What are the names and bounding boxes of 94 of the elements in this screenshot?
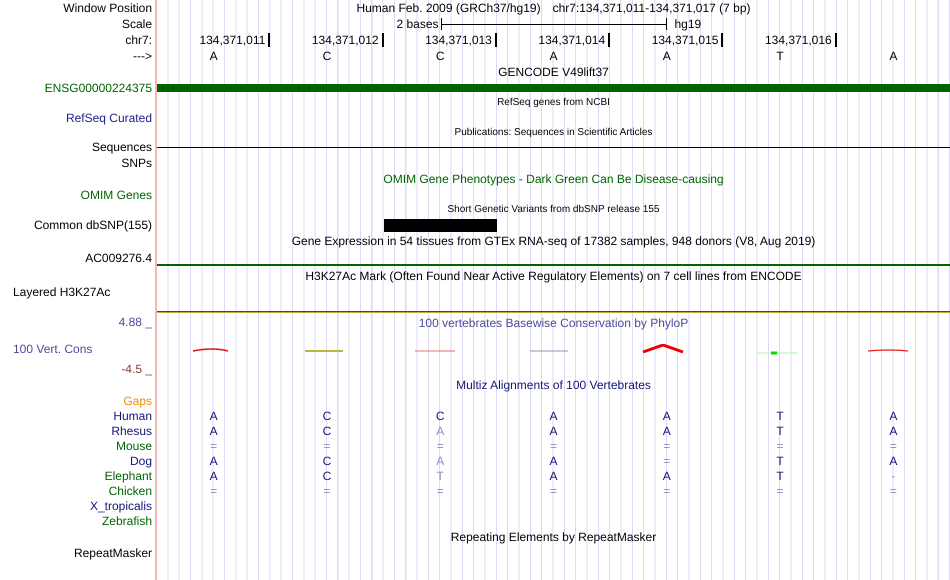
coordinate-label: 134,371,016 <box>764 33 837 47</box>
alignment-base: A <box>889 424 898 438</box>
alignment-base: = <box>436 484 444 498</box>
base-letter: C <box>322 49 332 63</box>
track-label: Gaps <box>123 393 152 409</box>
alignment-base: A <box>436 454 444 468</box>
track-label: Rhesus <box>111 424 152 439</box>
base-letter: C <box>436 49 445 63</box>
track-label: Zebrafish <box>102 514 152 529</box>
alignment-base: T <box>436 469 444 483</box>
track-label: Common dbSNP(155) <box>34 217 152 233</box>
scale-text: 2 bases <box>396 16 440 32</box>
coordinate-label: 134,371,014 <box>538 33 610 47</box>
alignment-base: A <box>549 409 558 423</box>
alignment-base: C <box>322 424 332 438</box>
track-label: ---> <box>133 48 152 64</box>
alignment-base: = <box>550 439 557 453</box>
track-label: OMIM Genes <box>80 187 152 203</box>
track-label: chr7: <box>125 32 152 48</box>
alignment-base: A <box>210 409 218 423</box>
alignment-base: A <box>889 454 898 468</box>
coordinate-label: 134,371,011 <box>199 33 270 47</box>
track-title: GENCODE V49lift37 <box>497 64 610 80</box>
track-title: Publications: Sequences in Scientific Articles <box>454 126 654 140</box>
track-label: X_tropicalis <box>90 499 152 514</box>
alignment-base: C <box>322 409 332 423</box>
track-label: Sequences <box>92 140 152 155</box>
track-label: RepeatMasker <box>74 545 152 561</box>
track-label: AC009276.4 <box>85 250 152 267</box>
track-title: 100 vertebrates Basewise Conservation by PhyloP <box>418 315 690 332</box>
alignment-base: = <box>663 454 670 468</box>
alignment-base: = <box>663 484 670 498</box>
track-title: RefSeq genes from NCBI <box>496 96 611 110</box>
base-letter: A <box>210 49 218 63</box>
alignment-base: = <box>323 439 330 453</box>
alignment-base: A <box>662 469 671 483</box>
alignment-base: = <box>436 439 444 453</box>
track-label: Dog <box>130 454 152 469</box>
track-label: Chicken <box>108 484 152 499</box>
alignment-base: A <box>662 409 671 423</box>
track-label: Mouse <box>116 439 152 454</box>
track-title: H3K27Ac Mark (Often Found Near Active Regulatory Elements) on 7 cell lines from ENCODE <box>304 268 803 284</box>
alignment-base: - <box>891 469 896 483</box>
track-title: Short Genetic Variants from dbSNP release 155 <box>446 203 660 217</box>
alignment-base: A <box>549 424 558 438</box>
alignment-base: C <box>322 469 332 483</box>
alignment-base: A <box>662 424 671 438</box>
track-label: Window Position <box>63 0 152 16</box>
alignment-base: = <box>210 484 218 498</box>
alignment-base: = <box>210 439 218 453</box>
track-label: Human <box>113 409 152 424</box>
assembly-title: Human Feb. 2009 (GRCh37/hg19) <box>356 0 541 16</box>
track-title: OMIM Gene Phenotypes - Dark Green Can Be Disease-causing <box>382 171 725 187</box>
alignment-base: = <box>323 484 330 498</box>
alignment-base: = <box>890 439 897 453</box>
track-title: Gene Expression in 54 tissues from GTEx RNA-seq of 17382 samples, 948 donors (V8, Aug 2019) <box>290 233 816 249</box>
track-label: 100 Vert. Cons <box>13 341 92 358</box>
coordinate-label: 134,371,012 <box>312 33 384 47</box>
alignment-base: A <box>889 409 898 423</box>
alignment-base: = <box>890 484 897 498</box>
alignment-base: T <box>776 409 784 423</box>
track-label: Scale <box>122 16 152 32</box>
alignment-base: C <box>322 454 332 468</box>
alignment-base: A <box>210 469 218 483</box>
base-letter: A <box>889 49 898 63</box>
track-label: 4.88 _ <box>118 314 152 331</box>
alignment-base: A <box>549 454 558 468</box>
coordinate-label: 134,371,013 <box>425 33 497 47</box>
track-label: Elephant <box>104 469 152 484</box>
alignment-base: T <box>776 454 784 468</box>
alignment-base: T <box>776 424 784 438</box>
base-letter: A <box>662 49 671 63</box>
track-label: ENSG00000224375 <box>44 80 152 96</box>
base-letter: T <box>776 49 784 63</box>
alignment-base: A <box>436 424 444 438</box>
alignment-base: = <box>776 439 784 453</box>
alignment-base: A <box>549 469 558 483</box>
alignment-base: A <box>210 454 218 468</box>
alignment-base: = <box>663 439 670 453</box>
track-label: -4.5 _ <box>121 361 152 377</box>
alignment-base: = <box>550 484 557 498</box>
alignment-base: C <box>436 409 445 423</box>
coordinate-label: 134,371,015 <box>652 33 724 47</box>
alignment-base: T <box>776 469 784 483</box>
alignment-base: A <box>210 424 218 438</box>
track-title: Repeating Elements by RepeatMasker <box>450 529 658 545</box>
track-label: Layered H3K27Ac <box>13 284 110 300</box>
assembly-name: hg19 <box>674 16 702 32</box>
track-label: RefSeq Curated <box>66 110 152 126</box>
base-letter: A <box>549 49 558 63</box>
position-range: chr7:134,371,011-134,371,017 (7 bp) <box>552 0 751 16</box>
alignment-base: = <box>776 484 784 498</box>
track-title: Multiz Alignments of 100 Vertebrates <box>455 377 652 393</box>
track-label: SNPs <box>121 155 152 171</box>
